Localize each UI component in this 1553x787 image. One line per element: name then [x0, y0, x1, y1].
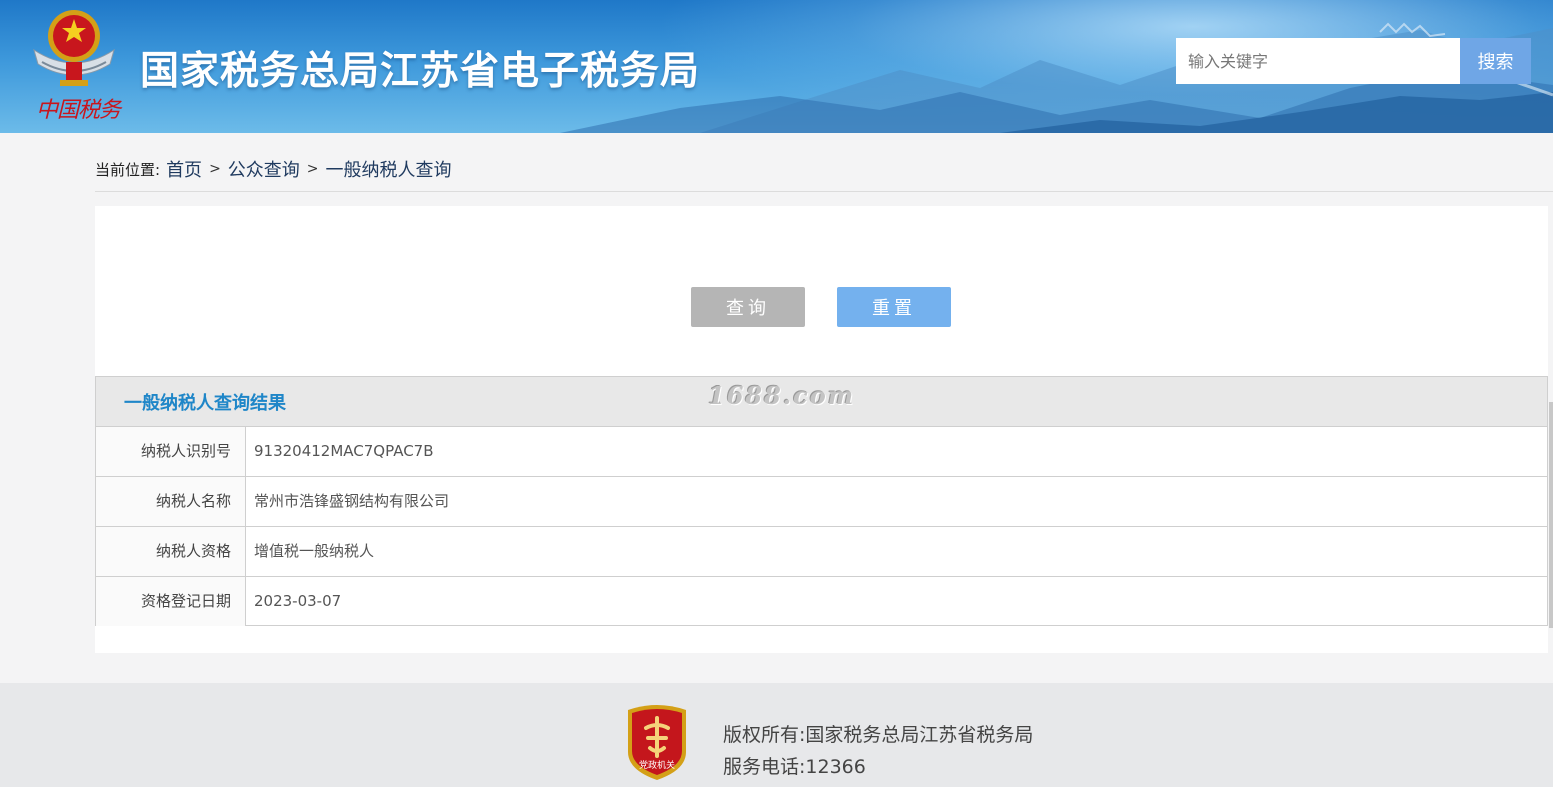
- site-title: 国家税务总局江苏省电子税务局: [140, 49, 701, 94]
- footer-info: 版权所有:国家税务总局江苏省税务局 服务电话:12366: [723, 719, 1033, 783]
- badge-text: 党政机关: [639, 759, 675, 771]
- breadcrumb-current-page[interactable]: 一般纳税人查询: [326, 156, 452, 182]
- row-label: 纳税人名称: [96, 477, 246, 526]
- query-button[interactable]: 查询: [691, 287, 805, 327]
- reset-button[interactable]: 重置: [837, 287, 951, 327]
- row-label: 纳税人识别号: [96, 427, 246, 476]
- tax-emblem-icon: [33, 10, 115, 86]
- emblem-text: 中国税务: [36, 98, 121, 123]
- breadcrumb-separator: >: [306, 161, 319, 177]
- row-value: 常州市浩锋盛钢结构有限公司: [254, 492, 450, 510]
- search-input[interactable]: [1176, 38, 1460, 84]
- breadcrumb-public-query[interactable]: 公众查询: [228, 156, 300, 182]
- table-row: 纳税人资格 增值税一般纳税人: [96, 527, 1547, 577]
- main-panel: 查询 重置 一般纳税人查询结果 1688.com 纳税人识别号 91320412…: [95, 206, 1548, 653]
- result-title: 一般纳税人查询结果: [124, 393, 286, 414]
- breadcrumb-divider: [95, 191, 1553, 192]
- row-label: 资格登记日期: [96, 577, 246, 626]
- row-value: 增值税一般纳税人: [254, 542, 375, 560]
- breadcrumb-home[interactable]: 首页: [166, 156, 202, 182]
- breadcrumb: 当前位置: 首页 > 公众查询 > 一般纳税人查询: [95, 156, 452, 182]
- table-row: 纳税人识别号 91320412MAC7QPAC7B: [96, 427, 1547, 477]
- result-header: 一般纳税人查询结果 1688.com: [96, 377, 1547, 427]
- watermark: 1688.com: [708, 381, 856, 410]
- row-label: 纳税人资格: [96, 527, 246, 576]
- row-value: 91320412MAC7QPAC7B: [254, 442, 434, 460]
- table-row: 资格登记日期 2023-03-07: [96, 577, 1547, 626]
- table-row: 纳税人名称 常州市浩锋盛钢结构有限公司: [96, 477, 1547, 527]
- footer-phone: 服务电话:12366: [723, 756, 866, 778]
- footer-copyright: 版权所有:国家税务总局江苏省税务局: [723, 724, 1034, 746]
- search-button[interactable]: 搜索: [1460, 38, 1531, 84]
- row-value: 2023-03-07: [254, 592, 342, 610]
- result-table: 一般纳税人查询结果 1688.com 纳税人识别号 91320412MAC7QP…: [95, 376, 1548, 626]
- site-header: 中国税务 国家税务总局江苏省电子税务局 搜索: [0, 0, 1553, 133]
- breadcrumb-prefix: 当前位置:: [95, 160, 161, 179]
- breadcrumb-separator: >: [209, 161, 221, 177]
- scrollbar-thumb[interactable]: [1549, 402, 1553, 628]
- party-government-badge-icon: 党政机关: [628, 705, 686, 780]
- site-footer: 党政机关 版权所有:国家税务总局江苏省税务局 服务电话:12366: [0, 683, 1553, 787]
